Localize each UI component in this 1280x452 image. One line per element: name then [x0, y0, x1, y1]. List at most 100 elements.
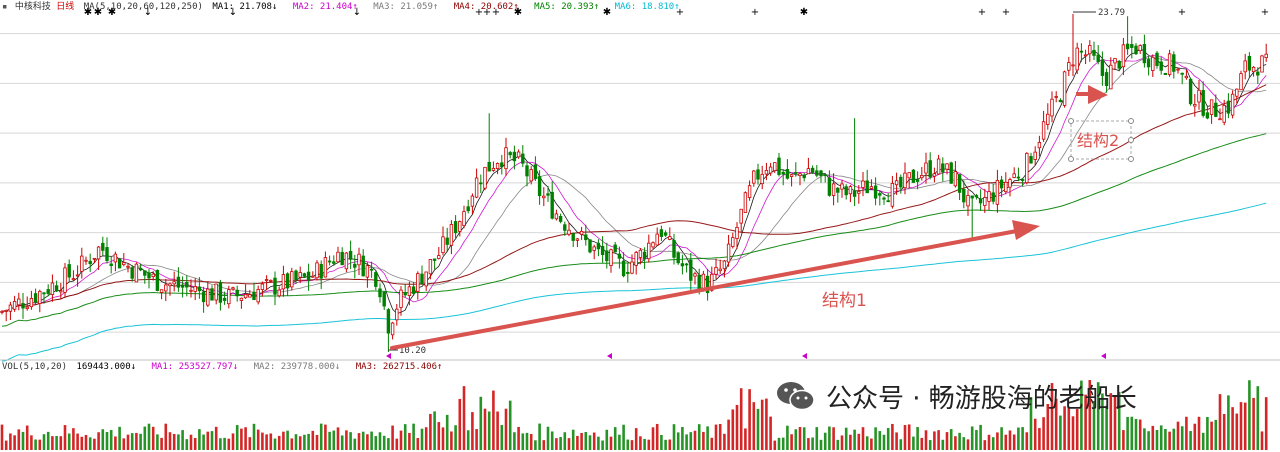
volume-bar	[189, 434, 193, 450]
candle	[659, 225, 664, 242]
candle	[563, 221, 567, 236]
candle	[1209, 99, 1214, 124]
volume-bar	[739, 388, 743, 450]
candle-body	[38, 290, 42, 304]
candle	[130, 265, 134, 282]
volume-bar	[794, 429, 798, 450]
volume-bar	[1130, 416, 1134, 450]
candle-body	[466, 206, 470, 212]
candle-body	[311, 275, 315, 278]
candle-body	[416, 273, 420, 292]
candle-body	[542, 195, 546, 199]
volume-bar	[269, 433, 273, 450]
volume-bar	[67, 433, 71, 450]
volume-bar	[559, 437, 562, 450]
volume-bar	[504, 408, 508, 450]
candle	[726, 234, 731, 267]
volume-bar	[1248, 380, 1251, 450]
candle	[890, 175, 895, 209]
candle-body	[411, 286, 416, 294]
candle-body	[365, 265, 370, 278]
volume-bar	[1138, 419, 1142, 450]
candle	[554, 209, 559, 221]
volume-bar	[374, 436, 378, 450]
volume-bar	[122, 438, 126, 450]
candle	[399, 286, 403, 316]
volume-bar	[265, 434, 268, 450]
candle-body	[1172, 54, 1176, 72]
volume-bar	[1206, 416, 1209, 450]
candle	[172, 271, 176, 292]
volume-bar	[861, 427, 865, 450]
volume-bar	[655, 423, 659, 450]
volume-bar	[445, 414, 449, 450]
candle-body	[991, 192, 995, 202]
candle-body	[1012, 173, 1016, 178]
candle-body	[672, 239, 676, 258]
candle-body	[1041, 121, 1046, 140]
cycle-marker-icon	[802, 353, 807, 359]
volume-bar	[1143, 428, 1146, 450]
candle	[865, 169, 869, 194]
candle	[1138, 44, 1142, 54]
candle-body	[344, 252, 349, 270]
candle	[327, 255, 332, 266]
candle	[1188, 77, 1193, 106]
volume-bar	[681, 426, 684, 450]
volume-bar	[13, 435, 16, 450]
candle	[311, 271, 315, 278]
volume-bar	[1256, 386, 1260, 450]
candle-body	[794, 172, 798, 174]
candle-body	[894, 180, 899, 186]
candle	[920, 167, 924, 181]
candle	[579, 226, 584, 240]
volume-bar	[697, 424, 701, 450]
volume-bar	[118, 426, 121, 450]
candle-body	[25, 306, 29, 309]
candle	[752, 169, 756, 187]
candle	[1230, 90, 1235, 119]
candle	[361, 249, 365, 277]
volume-bar	[198, 429, 201, 450]
candle-body	[735, 226, 739, 239]
candle	[676, 251, 680, 265]
volume-bar	[975, 429, 978, 450]
candle	[134, 262, 139, 283]
volume-bar	[546, 426, 550, 450]
candle	[403, 283, 407, 298]
volume-bar	[38, 439, 42, 450]
candle	[1226, 93, 1231, 119]
candle-body	[886, 200, 890, 203]
ma1-value: MA1: 21.708↓	[212, 2, 277, 12]
candle-body	[441, 236, 445, 254]
candle-body	[588, 239, 592, 253]
volume-bar	[353, 438, 357, 450]
candle	[1146, 56, 1151, 76]
volume-bar	[357, 433, 361, 450]
candle-body	[861, 180, 865, 188]
candle	[613, 241, 617, 253]
volume-bar	[618, 434, 621, 450]
candle-body	[92, 257, 97, 260]
candle-body	[617, 253, 622, 259]
candle	[831, 173, 836, 206]
cycle-marker-icon	[607, 353, 612, 359]
candle-body	[143, 270, 147, 276]
volume-ma1: MA1: 253527.797↓	[151, 362, 238, 372]
candle	[605, 242, 609, 269]
volume-bar	[807, 438, 810, 450]
volume-bar	[634, 428, 638, 450]
volume-bar	[760, 399, 764, 450]
candle	[609, 248, 613, 273]
volume-bar	[849, 434, 852, 450]
candle-body	[882, 197, 886, 200]
candle-body	[936, 158, 941, 175]
candle	[1012, 167, 1016, 179]
volume-bar	[483, 408, 487, 450]
candle-body	[248, 294, 252, 298]
volume-bar	[802, 427, 806, 450]
candle	[655, 227, 659, 246]
candle	[8, 301, 13, 321]
high-price-label: 23.79	[1098, 8, 1125, 18]
volume-bar	[857, 433, 861, 450]
